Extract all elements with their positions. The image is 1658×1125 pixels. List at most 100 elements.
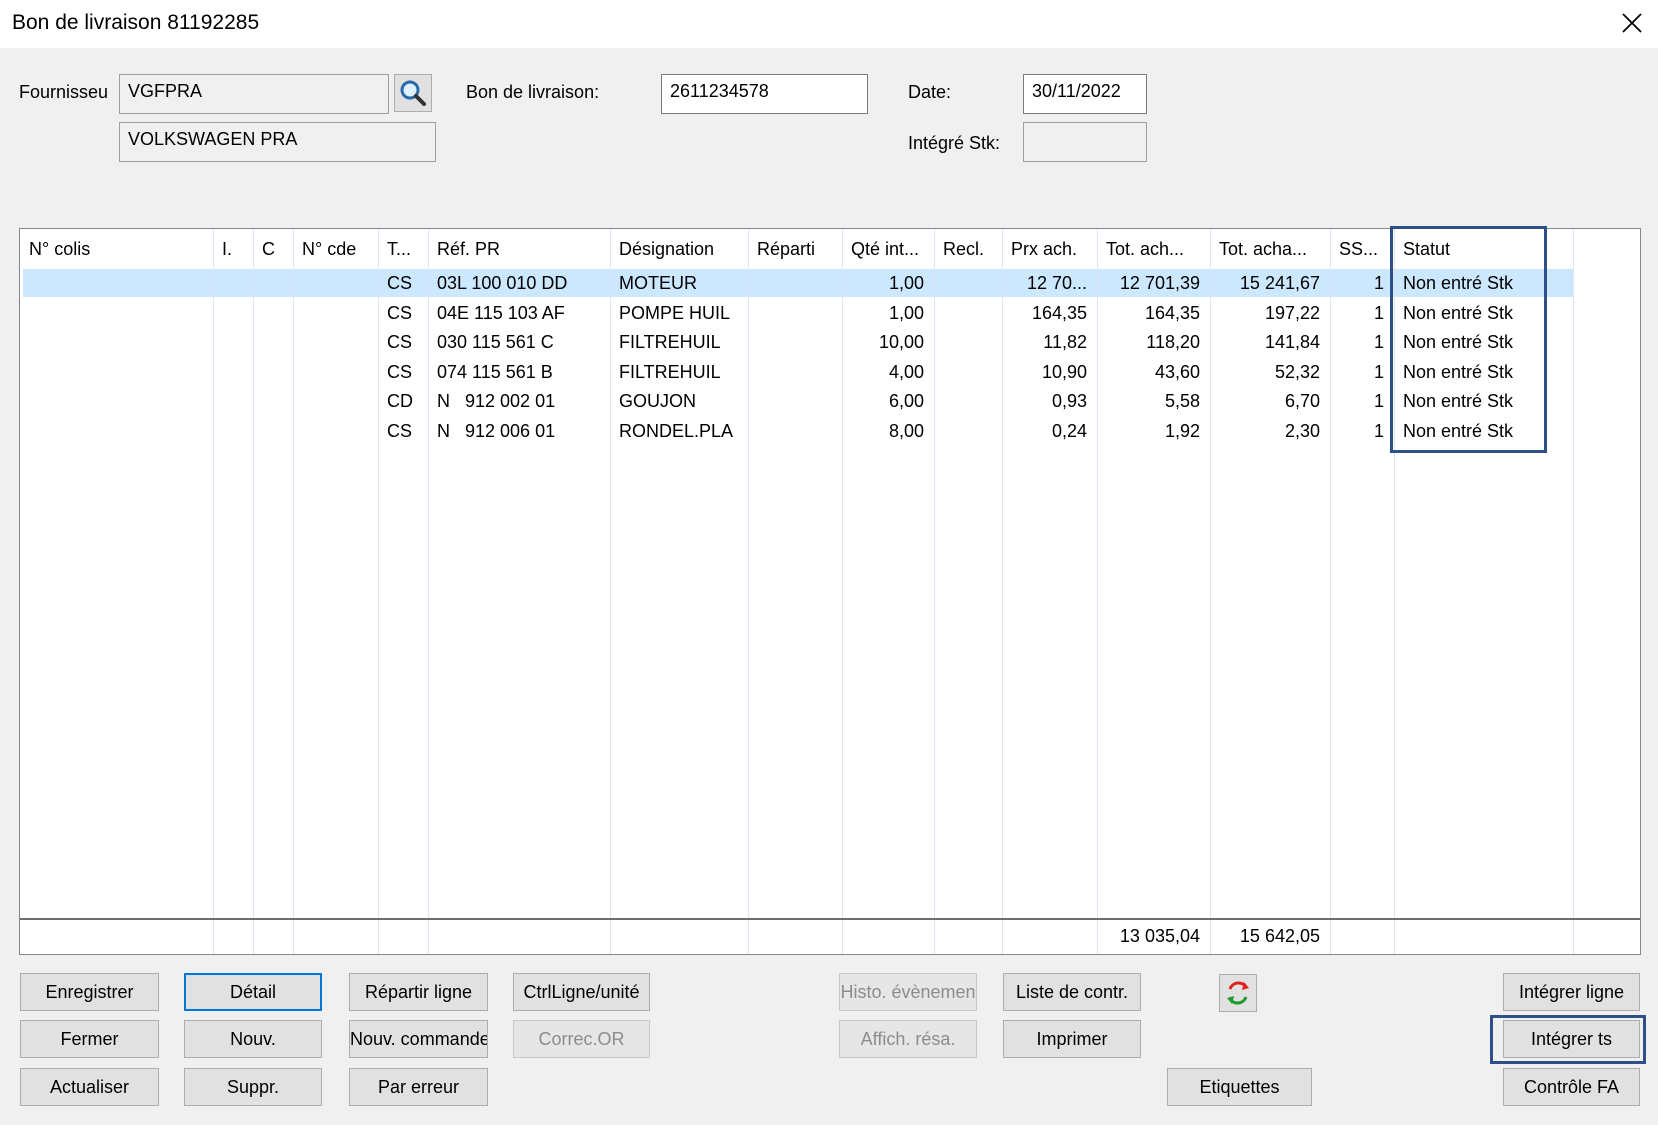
cell-type: CS — [387, 302, 413, 323]
fournisseur-code-field[interactable]: VGFPRA — [119, 74, 389, 114]
integrer-ligne-button[interactable]: Intégrer ligne — [1503, 973, 1640, 1011]
cell-designation: RONDEL.PLA — [619, 420, 734, 441]
cell-prx-ach: 0,24 — [1051, 420, 1087, 441]
cell-tot-ach: 12 701,39 — [1119, 273, 1200, 293]
column-header-ref-pr[interactable]: Réf. PR — [437, 239, 607, 260]
cell-type: CS — [387, 332, 413, 352]
cell-tot-acha: 52,32 — [1274, 361, 1320, 382]
actualiser-button[interactable]: Actualiser — [20, 1068, 159, 1106]
column-header-i[interactable]: I. — [222, 239, 250, 260]
cell-statut: Non entré Stk — [1403, 273, 1514, 293]
cell-qte-int: 1,00 — [888, 302, 924, 323]
affich-resa-button[interactable]: Affich. résa. — [839, 1020, 977, 1058]
column-header-designation[interactable]: Désignation — [619, 239, 745, 260]
cell-tot-ach: 5,58 — [1164, 391, 1200, 411]
cell-ss: 1 — [1373, 361, 1384, 382]
cell-statut: Non entré Stk — [1403, 332, 1514, 352]
column-header-no-cde[interactable]: N° cde — [302, 239, 375, 260]
cell-statut: Non entré Stk — [1403, 391, 1514, 411]
cell-ss: 1 — [1373, 273, 1384, 293]
par-erreur-button[interactable]: Par erreur — [349, 1068, 488, 1106]
column-header-statut[interactable]: Statut — [1403, 239, 1570, 260]
cell-tot-ach: 43,60 — [1154, 361, 1200, 382]
correc-or-button[interactable]: Correc.OR — [513, 1020, 650, 1058]
close-icon[interactable] — [1618, 9, 1646, 37]
table-row[interactable]: CS 04E 115 103 AF POMPE HUIL 1,00 164,35 164,… — [20, 299, 1640, 329]
enregistrer-button[interactable]: Enregistrer — [20, 973, 159, 1011]
column-header-recl[interactable]: Recl. — [943, 239, 999, 260]
delivery-lines-grid[interactable]: N° colis I. C N° cde T... Réf. PR Désignation R… — [19, 228, 1641, 955]
fermer-button[interactable]: Fermer — [20, 1020, 159, 1058]
search-icon — [400, 80, 426, 106]
integre-stk-label: Intégré Stk: — [908, 133, 1001, 153]
refresh-button[interactable] — [1219, 974, 1257, 1012]
cell-prx-ach: 12 70... — [1026, 273, 1087, 293]
cell-designation: FILTREHUIL — [619, 361, 721, 382]
fournisseur-label: Fournisseu — [19, 82, 109, 102]
detail-button[interactable]: Détail — [184, 973, 322, 1011]
integre-stk-field[interactable] — [1023, 122, 1147, 162]
cell-qte-int: 1,00 — [888, 273, 924, 293]
cell-type: CD — [387, 391, 413, 411]
column-header-c[interactable]: C — [262, 239, 290, 260]
suppr-button[interactable]: Suppr. — [184, 1068, 322, 1106]
etiquettes-button[interactable]: Etiquettes — [1167, 1068, 1312, 1106]
cell-tot-ach: 1,92 — [1164, 420, 1200, 441]
table-row[interactable]: CS 030 115 561 C FILTREHUIL 10,00 11,82 118,2… — [20, 328, 1640, 358]
cell-qte-int: 8,00 — [888, 420, 924, 441]
cell-ref-pr: 030 115 561 C — [437, 332, 554, 352]
fournisseur-name-field[interactable]: VOLKSWAGEN PRA — [119, 122, 436, 162]
cell-type: CS — [387, 420, 413, 441]
cell-designation: MOTEUR — [619, 273, 697, 293]
cell-statut: Non entré Stk — [1403, 361, 1514, 382]
cell-designation: FILTREHUIL — [619, 332, 721, 352]
column-header-qte-int[interactable]: Qté int... — [851, 239, 931, 260]
cell-tot-acha: 2,30 — [1284, 420, 1320, 441]
ctrlligne-unite-button[interactable]: CtrlLigne/unité — [513, 973, 650, 1011]
cell-ref-pr: 03L 100 010 DD — [437, 273, 568, 293]
column-header-ss[interactable]: SS... — [1339, 239, 1391, 260]
nouv-commande-button[interactable]: Nouv. commande — [349, 1020, 488, 1058]
cell-ss: 1 — [1373, 391, 1384, 411]
column-header-prx-ach[interactable]: Prx ach. — [1011, 239, 1094, 260]
cell-ref-pr: 074 115 561 B — [437, 361, 553, 382]
cell-designation: POMPE HUIL — [619, 302, 731, 323]
cell-tot-acha: 15 241,67 — [1239, 273, 1320, 293]
histo-evenement-button[interactable]: Histo. évènemen — [839, 973, 977, 1011]
imprimer-button[interactable]: Imprimer — [1003, 1020, 1141, 1058]
table-row[interactable]: CS N 912 006 01 RONDEL.PLA 8,00 0,24 1,92 2,30… — [20, 417, 1640, 447]
cell-ref-pr: 04E 115 103 AF — [437, 302, 565, 323]
liste-controle-button[interactable]: Liste de contr. — [1003, 973, 1141, 1011]
column-header-reparti[interactable]: Réparti — [757, 239, 839, 260]
search-button[interactable] — [394, 74, 432, 112]
repartir-ligne-button[interactable]: Répartir ligne — [349, 973, 488, 1011]
window-title: Bon de livraison 81192285 — [12, 11, 260, 34]
cell-ss: 1 — [1373, 420, 1384, 441]
total-tot-acha: 15 642,05 — [1239, 926, 1320, 946]
column-header-type[interactable]: T... — [387, 239, 425, 260]
controle-fa-button[interactable]: Contrôle FA — [1503, 1068, 1640, 1106]
cell-qte-int: 6,00 — [888, 391, 924, 411]
cell-type: CS — [387, 361, 413, 382]
total-tot-ach: 13 035,04 — [1119, 926, 1200, 946]
title-bar: Bon de livraison 81192285 — [0, 0, 1658, 48]
column-header-no-colis[interactable]: N° colis — [29, 239, 210, 260]
integrer-ts-button[interactable]: Intégrer ts — [1503, 1020, 1640, 1058]
date-input[interactable]: 30/11/2022 — [1023, 74, 1147, 114]
cell-tot-ach: 164,35 — [1144, 302, 1200, 323]
cell-ref-pr: N 912 006 01 — [437, 420, 556, 441]
cell-type: CS — [387, 273, 413, 293]
table-row[interactable]: CD N 912 002 01 GOUJON 6,00 0,93 5,58 6,70 1 Non… — [20, 387, 1640, 417]
cell-prx-ach: 164,35 — [1031, 302, 1087, 323]
cell-tot-acha: 141,84 — [1264, 332, 1320, 352]
bon-livraison-input[interactable]: 2611234578 — [661, 74, 868, 114]
cell-tot-ach: 118,20 — [1146, 332, 1200, 352]
table-row[interactable]: CS 074 115 561 B FILTREHUIL 4,00 10,90 43,60 5… — [20, 358, 1640, 388]
cell-ref-pr: N 912 002 01 — [437, 391, 556, 411]
cell-designation: GOUJON — [619, 391, 697, 411]
column-header-tot-acha[interactable]: Tot. acha... — [1219, 239, 1327, 260]
table-row[interactable]: CS 03L 100 010 DD MOTEUR 1,00 12 70... 12 701… — [20, 269, 1640, 299]
nouv-button[interactable]: Nouv. — [184, 1020, 322, 1058]
column-header-tot-ach[interactable]: Tot. ach... — [1106, 239, 1207, 260]
cell-ss: 1 — [1373, 302, 1384, 323]
